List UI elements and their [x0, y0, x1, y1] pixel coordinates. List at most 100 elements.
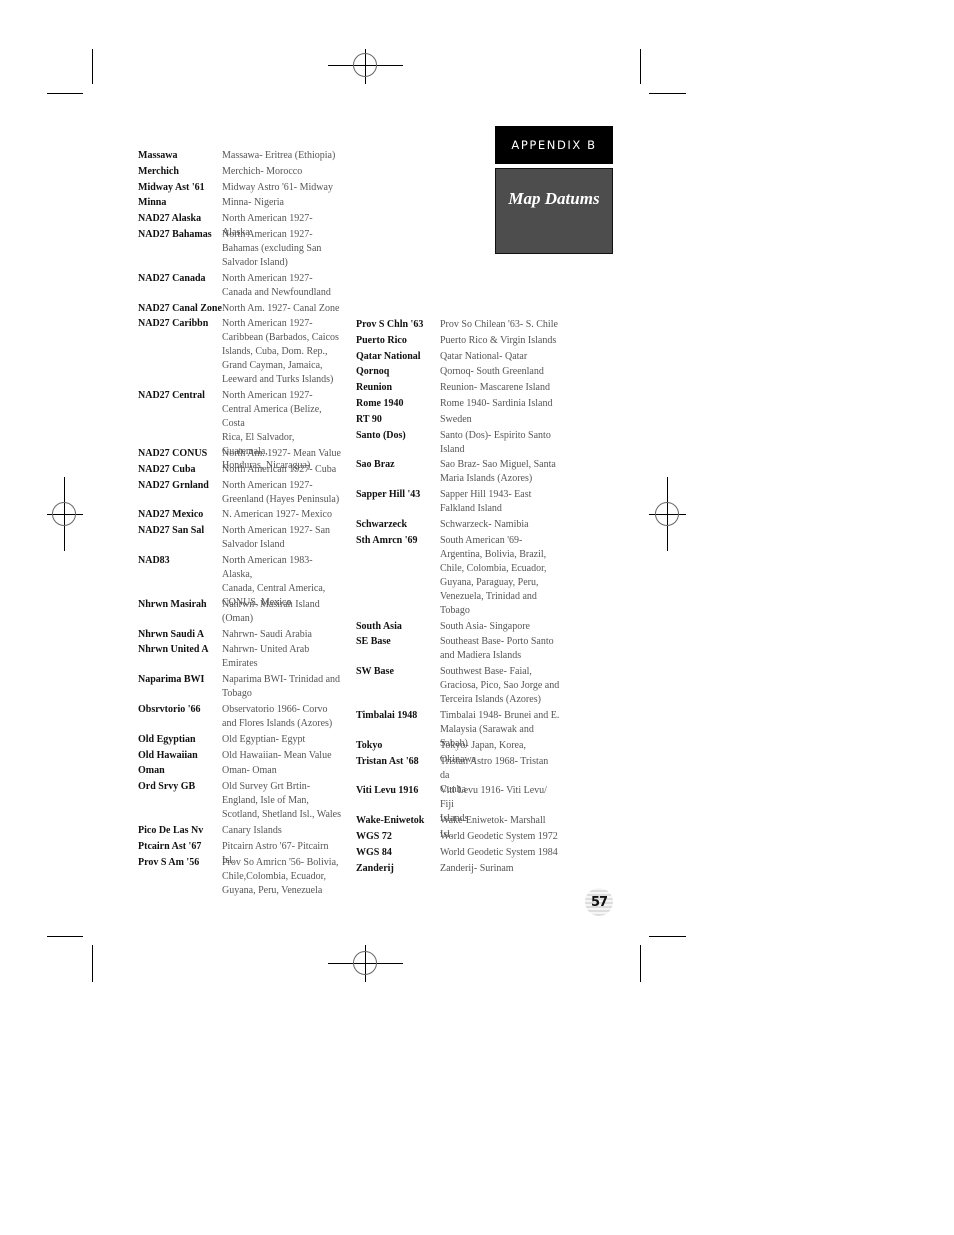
datum-description: North American 1927- Cuba: [222, 463, 337, 475]
datum-description: Sao Braz- Sao Miguel, Santa Maria Island…: [440, 459, 556, 485]
datum-description: Minna- Nigeria: [222, 197, 284, 209]
datum-entry: Sth Amrcn '69 South American '69- Argenti…: [356, 534, 560, 618]
datum-entry: RT 90 Sweden: [356, 413, 560, 427]
crop-mark: [640, 945, 641, 982]
datum-description: Qatar National- Qatar: [440, 350, 528, 362]
datum-description: Midway Astro '61- Midway: [222, 181, 333, 193]
datum-description: Naparima BWI- Trinidad and Tobago: [222, 674, 341, 700]
datum-name: Schwarzeck: [356, 519, 408, 530]
crop-mark: [640, 49, 641, 84]
datum-name: Nhrwn United A: [138, 644, 209, 656]
datum-name: Prov S Chln '63: [356, 319, 424, 330]
datum-description: Southeast Base- Porto Santo and Madiera …: [440, 636, 554, 662]
datum-entry: SE Base Southeast Base- Porto Santo and M…: [356, 635, 560, 663]
appendix-label: APPENDIX B: [495, 126, 613, 164]
datum-entry: NAD27 Grnland North American 1927- Greenl…: [138, 479, 342, 507]
datum-name: Sao Braz: [356, 459, 395, 471]
datum-entry: Nhrwn United A Nahrwn- United Arab Emirat…: [138, 643, 342, 671]
page-number: 57: [585, 888, 613, 916]
datum-entry: Puerto Rico Puerto Rico & Virgin Islands: [356, 334, 560, 348]
datum-entry: NAD27 Bahamas North American 1927- Bahama…: [138, 228, 342, 270]
datum-entry: NAD27 Cuba North American 1927- Cuba: [138, 463, 342, 477]
datum-description: Oman- Oman: [222, 765, 277, 777]
datum-entry: Massawa Massawa- Eritrea (Ethiopia): [138, 149, 342, 163]
datum-entry: NAD27 Canada North American 1927- Canada …: [138, 272, 342, 300]
datum-entry: Obsrvtorio '66 Observatorio 1966- Corvo a…: [138, 703, 342, 731]
datum-entry: NAD27 Caribbn North American 1927- Caribb…: [138, 317, 342, 387]
datum-description: North American 1927- Greenland (Hayes Pe…: [222, 479, 340, 505]
datum-description: Nahrwn- United Arab Emirates: [222, 644, 310, 670]
datum-description: Qornoq- South Greenland: [440, 366, 544, 378]
datum-entry: NAD27 San Sal North American 1927- San Sa…: [138, 524, 342, 552]
datum-name: Obsrvtorio '66: [138, 704, 201, 715]
datum-entry: Qornoq Qornoq- South Greenland: [356, 365, 560, 379]
datum-name: SW Base: [356, 666, 394, 678]
datum-description: Old Survey Grt Brtin- England, Isle of M…: [222, 781, 341, 821]
datum-entry: Naparima BWI Naparima BWI- Trinidad and T…: [138, 673, 342, 701]
datum-entry: NAD27 Mexico N. American 1927- Mexico: [138, 508, 342, 522]
datum-entry: WGS 72 World Geodetic System 1972: [356, 830, 560, 844]
crop-mark: [649, 93, 686, 94]
datum-name: NAD27 Canal Zone: [138, 302, 222, 314]
datum-name: Santo (Dos): [356, 429, 406, 441]
datum-description: Prov So Chilean '63- S. Chile: [440, 319, 558, 330]
datum-description: World Geodetic System 1972: [440, 831, 558, 842]
datum-description: Sapper Hill 1943- East Falkland Island: [440, 489, 532, 515]
datum-description: South Asia- Singapore: [440, 620, 530, 632]
datum-entry: Midway Ast '61 Midway Astro '61- Midway: [138, 181, 342, 195]
datum-name: Old Egyptian: [138, 733, 196, 745]
datum-entry: Sapper Hill '43 Sapper Hill 1943- East Fa…: [356, 488, 560, 516]
datum-name: WGS 84: [356, 846, 392, 858]
datum-description: Zanderij- Surinam: [440, 862, 514, 874]
datum-name: Pico De Las Nv: [138, 825, 204, 836]
datum-name: Sth Amrcn '69: [356, 534, 418, 546]
datum-entry: Merchich Merchich- Morocco: [138, 165, 342, 179]
datum-description: Canary Islands: [222, 825, 282, 836]
datum-name: WGS 72: [356, 831, 392, 842]
datum-name: Ord Srvy GB: [138, 781, 196, 793]
datum-entry: Schwarzeck Schwarzeck- Namibia: [356, 518, 560, 532]
datum-description: North American 1927- Caribbean (Barbados…: [222, 318, 339, 386]
datum-description: North American 1927- San Salvador Island: [222, 525, 331, 551]
datum-description: North American 1927- Canada and Newfound…: [222, 272, 331, 298]
crop-mark: [92, 945, 93, 982]
datum-description: N. American 1927- Mexico: [222, 509, 332, 521]
datum-entry: SW Base Southwest Base- Faial, Graciosa, …: [356, 665, 560, 707]
datum-description: Schwarzeck- Namibia: [440, 519, 529, 530]
datum-entry: Old Hawaiian Old Hawaiian- Mean Value: [138, 749, 342, 763]
datum-entry: Oman Oman- Oman: [138, 764, 342, 778]
datum-entry: Pico De Las Nv Canary Islands: [138, 824, 342, 838]
datum-description: Prov So Amricn '56- Bolivia, Chile,Colom…: [222, 856, 339, 896]
datum-name: NAD27 Mexico: [138, 509, 204, 521]
datum-name: Qatar National: [356, 350, 421, 362]
datum-entry: South Asia South Asia- Singapore: [356, 620, 560, 634]
section-title-box: Map Datums: [495, 168, 613, 254]
datum-entry: Sao Braz Sao Braz- Sao Miguel, Santa Mari…: [356, 458, 560, 486]
datum-description: Southwest Base- Faial, Graciosa, Pico, S…: [440, 666, 560, 706]
datum-entry: NAD27 Canal Zone North Am. 1927- Canal Zo…: [138, 302, 342, 316]
crop-mark: [47, 936, 83, 937]
datum-description: Massawa- Eritrea (Ethiopia): [222, 150, 336, 161]
datum-name: Sapper Hill '43: [356, 489, 421, 501]
section-title: Map Datums: [508, 189, 600, 208]
datum-entry: Prov S Chln '63 Prov So Chilean '63- S. C…: [356, 318, 560, 332]
datum-entry: Nhrwn Masirah Nahrwn- Masirah Island (Oma…: [138, 598, 342, 626]
datum-name: Nhrwn Saudi A: [138, 628, 205, 640]
datum-name: Puerto Rico: [356, 334, 407, 346]
crop-mark: [92, 49, 93, 84]
datum-description: Old Hawaiian- Mean Value: [222, 749, 332, 761]
datum-entry: Rome 1940 Rome 1940- Sardinia Island: [356, 397, 560, 411]
datum-description: World Geodetic System 1984: [440, 846, 558, 858]
datum-description: Reunion- Mascarene Island: [440, 382, 550, 394]
crop-mark: [47, 93, 83, 94]
datum-entry: Minna Minna- Nigeria: [138, 196, 342, 210]
datum-name: NAD27 San Sal: [138, 525, 205, 537]
datum-name: Midway Ast '61: [138, 181, 205, 193]
datum-entry: NAD27 CONUS North Am. 1927- Mean Value: [138, 447, 342, 461]
datum-name: Oman: [138, 765, 165, 777]
datum-name: Prov S Am '56: [138, 856, 200, 868]
datum-entry: Santo (Dos) Santo (Dos)- Espirito Santo I…: [356, 429, 560, 457]
datum-description: South American '69- Argentina, Bolivia, …: [440, 534, 547, 616]
datum-entry: Qatar National Qatar National- Qatar: [356, 350, 560, 364]
datum-entry: Reunion Reunion- Mascarene Island: [356, 381, 560, 395]
